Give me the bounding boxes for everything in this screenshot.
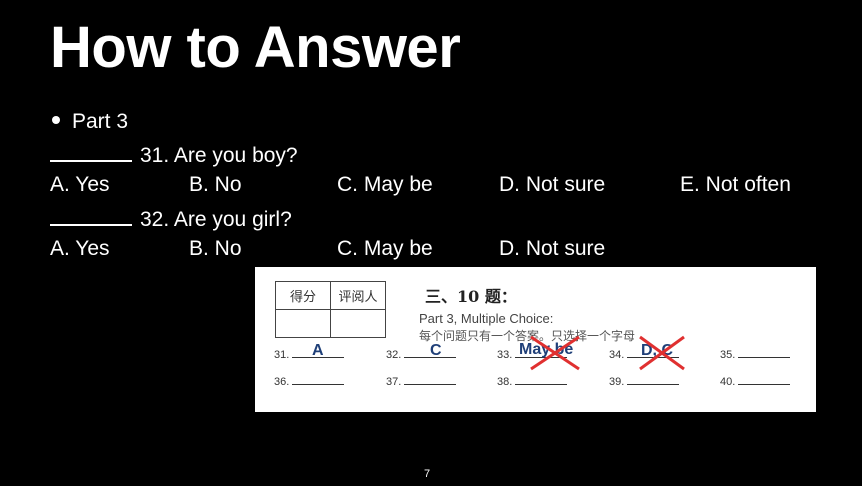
score-table: 得分 评阅人 [275, 281, 386, 338]
option: E. Not often [680, 173, 791, 196]
grader-cell [330, 309, 386, 338]
question-text: 31. Are you boy? [140, 144, 298, 167]
option: D. Not sure [499, 237, 606, 260]
question-31: 31. Are you boy? [50, 142, 298, 168]
grader-header: 评阅人 [330, 281, 386, 310]
answer-sheet-image: 得分 评阅人 三、10 题： Part 3, Multiple Choice: 每… [255, 267, 816, 412]
slide-title: How to Answer [50, 15, 461, 80]
option: B. No [189, 237, 242, 260]
cross-out-icon [530, 335, 580, 371]
section-title: 三、10 题： [425, 287, 517, 306]
options-32: A. Yes B. No C. May be D. Not sure [50, 237, 850, 263]
answer-slot: 38. [497, 374, 568, 388]
option: C. May be [337, 237, 433, 260]
answer-blank [50, 206, 132, 226]
score-header: 得分 [275, 281, 331, 310]
bullet-text: Part 3 [72, 110, 129, 133]
answer-slot: 40. [720, 374, 791, 388]
cross-out-icon [639, 335, 685, 371]
handwritten-answer-31: A [312, 342, 324, 359]
option: A. Yes [50, 173, 110, 196]
answer-slot: 31. [274, 347, 345, 361]
answer-slot: 37. [386, 374, 457, 388]
question-text: 32. Are you girl? [140, 208, 292, 231]
answer-blank [50, 142, 132, 162]
answer-slot: 35. [720, 347, 791, 361]
score-cell [275, 309, 331, 338]
answer-slot: 39. [609, 374, 680, 388]
option: C. May be [337, 173, 433, 196]
option: D. Not sure [499, 173, 606, 196]
question-32: 32. Are you girl? [50, 206, 292, 232]
answer-slot: 32. [386, 347, 457, 361]
options-31: A. Yes B. No C. May be D. Not sure E. No… [50, 173, 850, 199]
page-number: 7 [424, 468, 431, 480]
answer-slot: 36. [274, 374, 345, 388]
bullet-dot-icon [52, 116, 60, 125]
handwritten-answer-32: C [430, 342, 442, 359]
bullet-item: Part 3 [52, 110, 128, 134]
section-subtitle: Part 3, Multiple Choice: [419, 311, 554, 326]
option: B. No [189, 173, 242, 196]
option: A. Yes [50, 237, 110, 260]
